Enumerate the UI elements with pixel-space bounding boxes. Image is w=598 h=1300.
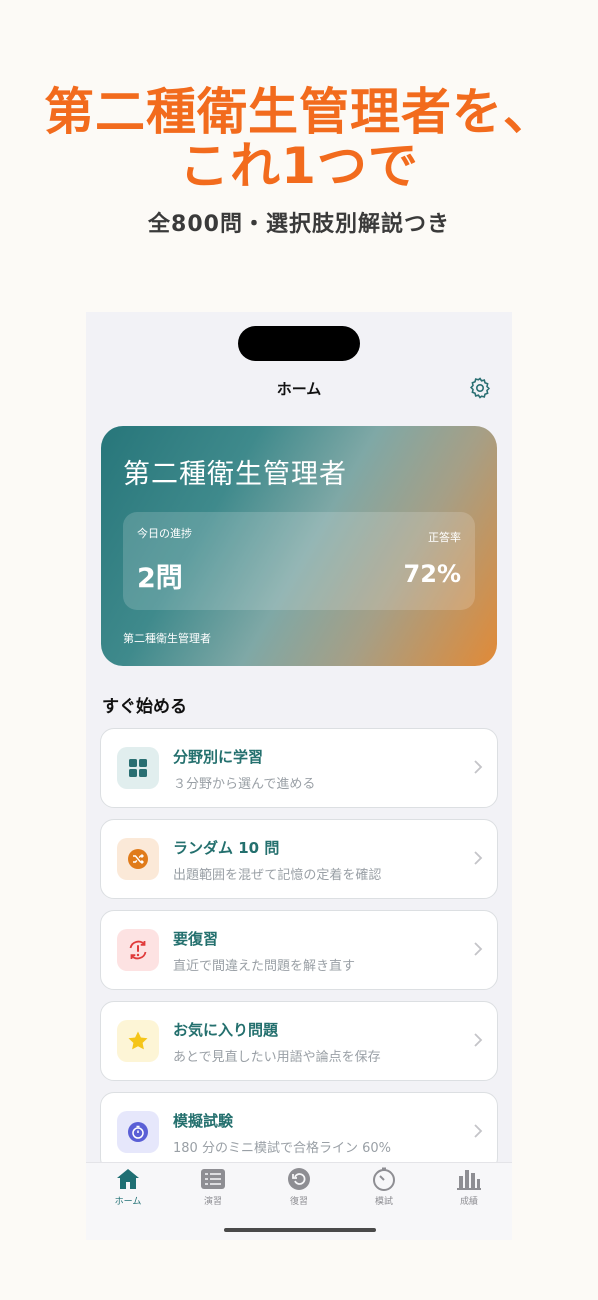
- tab-mock-exam[interactable]: 模試: [349, 1167, 419, 1207]
- accuracy-value: 72%: [403, 560, 461, 588]
- promo-subtitle: 全800問・選択肢別解説つき: [148, 212, 450, 237]
- menu-item-title: ランダム 10 問: [173, 839, 280, 857]
- stopwatch-icon: [373, 1167, 395, 1191]
- progress-label: 今日の進捗: [137, 527, 192, 540]
- chevron-right-icon: [474, 1033, 483, 1047]
- home-icon: [117, 1169, 139, 1189]
- hero-title: 第二種衛生管理者: [123, 459, 347, 490]
- menu-item-favorites[interactable]: お気に入り問題 あとで見直したい用語や論点を保存: [100, 1001, 498, 1081]
- menu-item-subtitle: あとで見直したい用語や論点を保存: [173, 1050, 381, 1065]
- shuffle-icon: [117, 838, 159, 880]
- menu-item-mock-exam[interactable]: 模擬試験 180 分のミニ模試で合格ライン 60%: [100, 1092, 498, 1172]
- menu-item-subtitle: 直近で間違えた問題を解き直す: [173, 959, 356, 974]
- tab-results[interactable]: 成績: [434, 1167, 504, 1207]
- accuracy-label: 正答率: [428, 531, 461, 544]
- promo-headline-line1: 第二種衛生管理者を、: [44, 83, 554, 141]
- menu-item-random[interactable]: ランダム 10 問 出題範囲を混ぜて記憶の定着を確認: [100, 819, 498, 899]
- menu-item-by-field[interactable]: 分野別に学習 ３分野から選んで進める: [100, 728, 498, 808]
- chevron-right-icon: [474, 760, 483, 774]
- hero-footer: 第二種衛生管理者: [123, 632, 211, 645]
- section-title: すぐ始める: [102, 697, 187, 717]
- menu-item-title: 分野別に学習: [173, 748, 264, 766]
- list-icon: [201, 1169, 225, 1189]
- today-stats-panel: 今日の進捗 正答率 2問 72%: [123, 512, 475, 610]
- chevron-right-icon: [474, 1124, 483, 1138]
- page-title: ホーム: [276, 380, 322, 398]
- rewind-icon: [288, 1168, 310, 1190]
- bar-chart-icon: [457, 1170, 481, 1190]
- chevron-right-icon: [474, 942, 483, 956]
- timer-icon: [117, 1111, 159, 1153]
- progress-card[interactable]: 第二種衛生管理者 今日の進捗 正答率 2問 72% 第二種衛生管理者: [101, 426, 497, 666]
- menu-item-subtitle: 出題範囲を混ぜて記憶の定着を確認: [173, 868, 382, 883]
- grid-icon: [117, 747, 159, 789]
- review-alert-icon: [117, 929, 159, 971]
- menu-item-subtitle: ３分野から選んで進める: [173, 777, 316, 792]
- tab-label: 成績: [459, 1197, 478, 1207]
- menu-item-subtitle: 180 分のミニ模試で合格ライン 60%: [173, 1141, 391, 1156]
- phone-screen: ホーム 第二種衛生管理者 今日の進捗 正答率 2問 72% 第二種衛生管理者 す…: [86, 312, 512, 1240]
- promo-headline-line2: これ1つで: [179, 137, 419, 195]
- gear-icon[interactable]: [468, 376, 492, 400]
- menu-item-title: 模擬試験: [173, 1112, 234, 1130]
- star-icon: [117, 1020, 159, 1062]
- home-indicator: [224, 1228, 376, 1232]
- tab-label: ホーム: [114, 1197, 142, 1207]
- tab-practice[interactable]: 演習: [178, 1167, 248, 1207]
- progress-value: 2問: [137, 563, 183, 594]
- dynamic-island: [238, 326, 360, 361]
- chevron-right-icon: [474, 851, 483, 865]
- tab-label: 演習: [203, 1197, 222, 1207]
- tab-label: 模試: [374, 1197, 393, 1207]
- tab-label: 復習: [289, 1197, 308, 1207]
- menu-item-title: お気に入り問題: [173, 1021, 279, 1039]
- tab-home[interactable]: ホーム: [93, 1167, 163, 1207]
- menu-item-title: 要復習: [173, 930, 219, 948]
- menu-item-review[interactable]: 要復習 直近で間違えた問題を解き直す: [100, 910, 498, 990]
- tab-review[interactable]: 復習: [264, 1167, 334, 1207]
